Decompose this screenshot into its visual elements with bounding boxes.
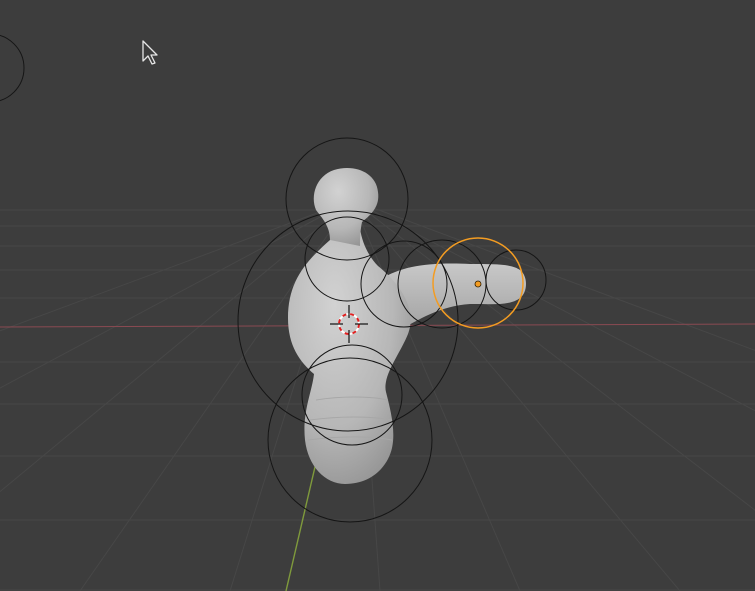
3d-viewport[interactable] bbox=[0, 0, 755, 591]
selected-vertex-dot[interactable] bbox=[474, 280, 482, 288]
